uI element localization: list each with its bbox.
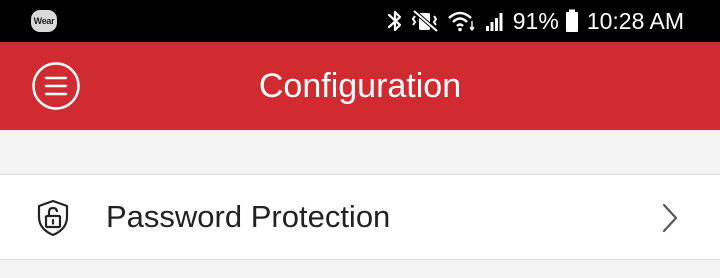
chevron-right-icon [660, 202, 680, 234]
menu-button[interactable] [31, 61, 81, 111]
menu-icon [32, 62, 80, 110]
battery-icon [565, 9, 578, 32]
status-clock: 10:28 AM [586, 7, 684, 34]
app-bar: Configuration [0, 42, 720, 130]
password-protection-row[interactable]: Password Protection [0, 174, 720, 260]
wear-app-icon: Wear [31, 10, 57, 32]
status-bar: Wear 91% 10:28 AM [0, 0, 720, 42]
wifi-icon [447, 11, 475, 32]
shield-lock-icon [33, 198, 73, 238]
vibrate-mute-icon [411, 9, 439, 33]
list-item-label: Password Protection [106, 199, 391, 234]
battery-percentage: 91% [512, 7, 559, 34]
bluetooth-icon [387, 10, 401, 32]
page-title: Configuration [258, 67, 462, 105]
signal-icon [485, 13, 503, 31]
status-indicators: 91% 10:28 AM [387, 0, 684, 42]
